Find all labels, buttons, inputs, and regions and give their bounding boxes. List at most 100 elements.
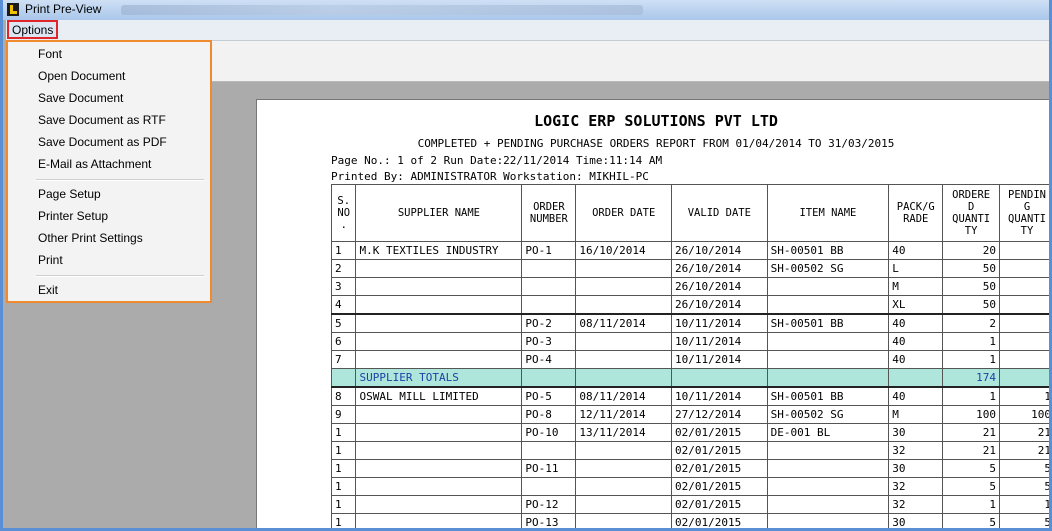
- table-cell: [999, 313, 1049, 333]
- table-cell: 1: [330, 495, 357, 514]
- column-header: SUPPLIER NAME: [355, 184, 523, 242]
- table-cell: PO-8: [521, 405, 577, 424]
- table-cell: 1: [942, 495, 1000, 514]
- table-cell: [575, 259, 673, 278]
- table-cell: [355, 441, 523, 460]
- table-cell: [355, 405, 523, 424]
- table-cell: [355, 513, 523, 528]
- table-cell: [575, 441, 673, 460]
- menu-item-save-rtf[interactable]: Save Document as RTF: [8, 110, 210, 130]
- table-cell: 174: [942, 368, 1000, 388]
- menu-item-print[interactable]: Print: [8, 250, 210, 270]
- table-row: 8 OSWAL MILL LIMITED PO-5 08/11/2014 10/11/2…: [330, 386, 1049, 406]
- menu-item-exit[interactable]: Exit: [8, 280, 210, 300]
- table-cell: 20: [942, 241, 1000, 260]
- table-cell: 13/11/2014: [575, 423, 673, 442]
- table-cell: [999, 350, 1049, 369]
- report-meta-printed-by: Printed By: ADMINISTRATOR Workstation: M…: [331, 170, 649, 183]
- table-cell: [521, 259, 577, 278]
- table-row: 1 02/01/2015 32 21 21: [330, 441, 1049, 460]
- table-row: 4 26/10/2014 XL 50: [330, 295, 1049, 315]
- table-cell: 1: [330, 441, 357, 460]
- table-cell: [999, 277, 1049, 296]
- menu-item-page-setup[interactable]: Page Setup: [8, 184, 210, 204]
- table-cell: [355, 332, 523, 351]
- table-cell: 1: [942, 350, 1000, 369]
- menu-item-open-document[interactable]: Open Document: [8, 66, 210, 86]
- table-row: 1 PO-11 02/01/2015 30 5 5: [330, 459, 1049, 478]
- table-cell: [888, 368, 944, 388]
- table-cell: 02/01/2015: [671, 495, 768, 514]
- table-cell: [355, 477, 523, 496]
- table-row: 1 PO-12 02/01/2015 32 1 1: [330, 495, 1049, 514]
- table-cell: 8: [330, 386, 357, 406]
- column-header: PENDIN G QUANTI TY: [999, 184, 1049, 242]
- table-row: 1 PO-10 13/11/2014 02/01/2015 DE-001 BL 30 21 2…: [330, 423, 1049, 442]
- table-row: 9 PO-8 12/11/2014 27/12/2014 SH-00502 SG M 100…: [330, 405, 1049, 424]
- table-cell: 32: [888, 495, 944, 514]
- table-cell: [521, 295, 577, 315]
- print-preview-window: Print Pre-View Options LOGIC ERP SOLUTIO…: [0, 0, 1052, 531]
- table-cell: 50: [942, 277, 1000, 296]
- table-cell: [355, 259, 523, 278]
- table-cell: PO-12: [521, 495, 577, 514]
- table-cell: [575, 459, 673, 478]
- table-cell: [355, 295, 523, 315]
- purchase-orders-table: S. NO . SUPPLIER NAME ORDER NUMBER ORDER DA…: [330, 184, 1049, 528]
- table-cell: [521, 441, 577, 460]
- table-cell: 26/10/2014: [671, 295, 768, 315]
- table-cell: [330, 368, 357, 388]
- table-cell: 5: [942, 513, 1000, 528]
- table-cell: [766, 459, 890, 478]
- table-cell: 2: [330, 259, 357, 278]
- table-cell: PO-4: [521, 350, 577, 369]
- table-cell: 12/11/2014: [575, 405, 673, 424]
- table-cell: [575, 477, 673, 496]
- table-cell: [355, 277, 523, 296]
- table-cell: 30: [888, 459, 944, 478]
- menu-item-printer-setup[interactable]: Printer Setup: [8, 206, 210, 226]
- table-cell: [355, 313, 523, 333]
- title-bar: Print Pre-View: [3, 0, 1049, 20]
- options-menu-button[interactable]: Options: [7, 20, 58, 39]
- company-name: LOGIC ERP SOLUTIONS PVT LTD: [534, 112, 778, 130]
- table-cell: 26/10/2014: [671, 277, 768, 296]
- table-cell: 08/11/2014: [575, 386, 673, 406]
- menu-item-email-attachment[interactable]: E-Mail as Attachment: [8, 154, 210, 174]
- menu-bar: Options: [6, 20, 1049, 41]
- menu-item-save-document[interactable]: Save Document: [8, 88, 210, 108]
- table-cell: PO-13: [521, 513, 577, 528]
- table-cell: 32: [888, 477, 944, 496]
- table-row: 2 26/10/2014 SH-00502 SG L 50: [330, 259, 1049, 278]
- table-cell: [355, 423, 523, 442]
- table-cell: [575, 368, 673, 388]
- table-cell: [766, 495, 890, 514]
- table-cell: [766, 332, 890, 351]
- table-cell: PO-1: [521, 241, 577, 260]
- table-cell: [671, 368, 768, 388]
- table-cell: [521, 477, 577, 496]
- table-cell: [766, 513, 890, 528]
- table-row: 1 02/01/2015 32 5 5: [330, 477, 1049, 496]
- table-cell: 16/10/2014: [575, 241, 673, 260]
- table-cell: 1: [330, 513, 357, 528]
- table-row: 1 M.K TEXTILES INDUSTRY PO-1 16/10/2014 26/1…: [330, 241, 1049, 260]
- table-cell: [521, 277, 577, 296]
- table-cell: 21: [999, 441, 1049, 460]
- table-cell: [766, 477, 890, 496]
- menu-item-other-print-settings[interactable]: Other Print Settings: [8, 228, 210, 248]
- table-cell: [575, 350, 673, 369]
- menu-item-save-pdf[interactable]: Save Document as PDF: [8, 132, 210, 152]
- menu-item-font[interactable]: Font: [8, 44, 210, 64]
- menu-separator: [36, 275, 204, 277]
- table-cell: SH-00502 SG: [766, 405, 890, 424]
- table-cell: XL: [888, 295, 944, 315]
- table-cell: [999, 368, 1049, 388]
- table-cell: 02/01/2015: [671, 459, 768, 478]
- table-cell: [999, 295, 1049, 315]
- table-cell: [999, 259, 1049, 278]
- table-cell: 6: [330, 332, 357, 351]
- table-cell: [575, 277, 673, 296]
- options-dropdown-menu: Font Open Document Save Document Save Do…: [6, 40, 212, 303]
- table-cell: 30: [888, 513, 944, 528]
